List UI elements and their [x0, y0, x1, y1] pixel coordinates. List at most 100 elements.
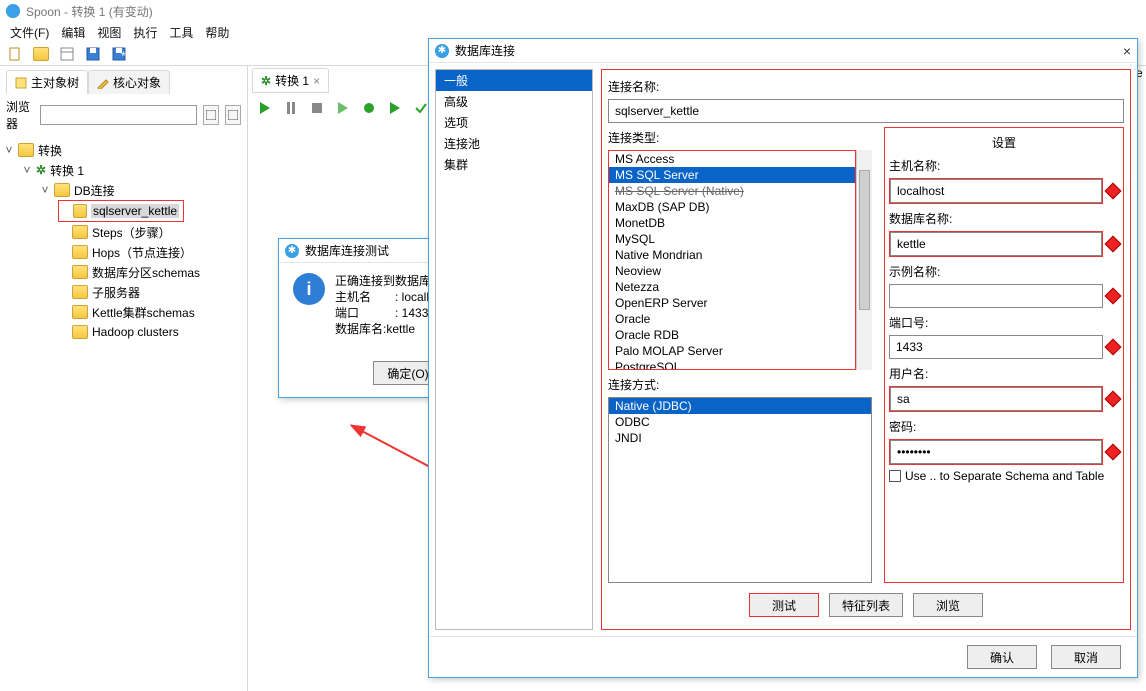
explore-icon[interactable]	[58, 45, 76, 63]
dialog-db-test-title: 数据库连接测试	[305, 242, 389, 259]
window-title: Spoon - 转换 1 (有变动)	[26, 3, 153, 20]
ok-button[interactable]: 确认	[967, 645, 1037, 669]
cat-options[interactable]: 选项	[436, 112, 592, 133]
mode-opt[interactable]: ODBC	[609, 414, 871, 430]
cat-pool[interactable]: 连接池	[436, 133, 592, 154]
type-opt[interactable]: Oracle	[609, 311, 855, 327]
feature-list-button[interactable]: 特征列表	[829, 593, 903, 617]
tree-dbconn[interactable]: ˅DB连接	[4, 180, 243, 200]
tree-root[interactable]: ˅转换	[4, 140, 243, 160]
browse-button[interactable]: 浏览	[913, 593, 983, 617]
type-opt[interactable]: MS SQL Server (Native)	[609, 183, 855, 199]
port-input[interactable]	[889, 335, 1103, 359]
type-opt[interactable]: OpenERP Server	[609, 295, 855, 311]
database-icon	[73, 204, 87, 218]
tab-trans1[interactable]: ✲转换 1×	[252, 68, 329, 93]
menu-exec[interactable]: 执行	[133, 24, 157, 41]
tree-kettle[interactable]: Kettle集群schemas	[4, 302, 243, 322]
type-opt[interactable]: PostgreSQL	[609, 359, 855, 370]
menu-edit[interactable]: 编辑	[61, 24, 85, 41]
menu-help[interactable]: 帮助	[205, 24, 229, 41]
save-icon[interactable]	[84, 45, 102, 63]
type-opt[interactable]: Native Mondrian	[609, 247, 855, 263]
dbname-label: 数据库名称:	[889, 210, 1119, 227]
new-file-icon[interactable]	[6, 45, 24, 63]
tab-object-tree[interactable]: 主对象树	[6, 70, 88, 94]
stop-icon[interactable]	[308, 99, 326, 117]
conn-mode-label: 连接方式:	[608, 376, 872, 393]
conn-type-list[interactable]: MS Access MS SQL Server MS SQL Server (N…	[608, 150, 856, 370]
conn-name-label: 连接名称:	[608, 78, 1124, 95]
menu-tools[interactable]: 工具	[169, 24, 193, 41]
type-opt[interactable]: Neoview	[609, 263, 855, 279]
folder-icon	[72, 325, 88, 339]
user-input[interactable]	[890, 387, 1102, 411]
tree-hops[interactable]: Hops（节点连接）	[4, 242, 243, 262]
cat-cluster[interactable]: 集群	[436, 154, 592, 175]
cat-general[interactable]: 一般	[436, 70, 592, 91]
browser-search-input[interactable]	[40, 105, 197, 125]
type-opt[interactable]: Oracle RDB	[609, 327, 855, 343]
tree-db-sqlserver[interactable]: sqlserver_kettle	[58, 200, 184, 222]
type-opt[interactable]: MaxDB (SAP DB)	[609, 199, 855, 215]
type-opt[interactable]: MySQL	[609, 231, 855, 247]
object-tree[interactable]: ˅转换 ˅✲转换 1 ˅DB连接 sqlserver_kettle Steps（…	[0, 136, 247, 346]
folder-icon	[54, 183, 70, 197]
tree-steps[interactable]: Steps（步骤）	[4, 222, 243, 242]
tree-trans1[interactable]: ˅✲转换 1	[4, 160, 243, 180]
pause-icon[interactable]	[282, 99, 300, 117]
type-scrollbar[interactable]	[856, 150, 872, 370]
tree-part[interactable]: 数据库分区schemas	[4, 262, 243, 282]
trans-icon: ✲	[36, 163, 46, 177]
replay-icon[interactable]	[386, 99, 404, 117]
menu-view[interactable]: 视图	[97, 24, 121, 41]
tree-hadoop[interactable]: Hadoop clusters	[4, 322, 243, 342]
conn-name-input[interactable]	[608, 99, 1124, 123]
folder-icon	[18, 143, 34, 157]
close-tab-icon[interactable]: ×	[313, 74, 320, 88]
cancel-button[interactable]: 取消	[1051, 645, 1121, 669]
tab-core-objects-label: 核心对象	[113, 74, 161, 91]
settings-group-label: 设置	[889, 134, 1119, 151]
mode-opt-selected[interactable]: Native (JDBC)	[609, 398, 871, 414]
var-icon[interactable]	[1105, 391, 1122, 408]
var-icon[interactable]	[1105, 444, 1122, 461]
conn-mode-list[interactable]: Native (JDBC) ODBC JNDI	[608, 397, 872, 583]
tab-core-objects[interactable]: 核心对象	[88, 70, 170, 94]
window-titlebar: Spoon - 转换 1 (有变动)	[0, 0, 1146, 22]
port-label: 端口号:	[889, 314, 1119, 331]
tree-slave[interactable]: 子服务器	[4, 282, 243, 302]
close-icon[interactable]: ×	[1123, 43, 1131, 59]
type-opt[interactable]: Palo MOLAP Server	[609, 343, 855, 359]
open-folder-icon[interactable]	[32, 45, 50, 63]
dialog-db-connection-titlebar[interactable]: ✱ 数据库连接 ×	[429, 39, 1137, 63]
mode-opt[interactable]: JNDI	[609, 430, 871, 446]
dbname-input[interactable]	[890, 232, 1102, 256]
folder-icon	[72, 305, 88, 319]
category-list[interactable]: 一般 高级 选项 连接池 集群	[435, 69, 593, 630]
run-icon[interactable]	[256, 99, 274, 117]
use-sep-checkbox[interactable]: Use .. to Separate Schema and Table	[889, 469, 1119, 483]
menu-file[interactable]: 文件(F)	[10, 24, 49, 41]
expand-all-icon[interactable]	[203, 105, 219, 125]
preview-icon[interactable]	[334, 99, 352, 117]
test-button[interactable]: 测试	[749, 593, 819, 617]
dialog-db-connection: ✱ 数据库连接 × 一般 高级 选项 连接池 集群 连接名称: 连接类型: MS…	[428, 38, 1138, 678]
var-icon[interactable]	[1105, 288, 1122, 305]
folder-icon	[72, 265, 88, 279]
type-opt[interactable]: Netezza	[609, 279, 855, 295]
cat-advanced[interactable]: 高级	[436, 91, 592, 112]
save-as-icon[interactable]: *	[110, 45, 128, 63]
debug-icon[interactable]	[360, 99, 378, 117]
var-icon[interactable]	[1105, 236, 1122, 253]
type-opt[interactable]: MS Access	[609, 151, 855, 167]
type-opt-selected[interactable]: MS SQL Server	[609, 167, 855, 183]
instance-input[interactable]	[889, 284, 1103, 308]
var-icon[interactable]	[1105, 183, 1122, 200]
pass-input[interactable]	[890, 440, 1102, 464]
collapse-all-icon[interactable]	[225, 105, 241, 125]
dialog-icon: ✱	[285, 244, 299, 258]
host-input[interactable]	[890, 179, 1102, 203]
type-opt[interactable]: MonetDB	[609, 215, 855, 231]
var-icon[interactable]	[1105, 339, 1122, 356]
